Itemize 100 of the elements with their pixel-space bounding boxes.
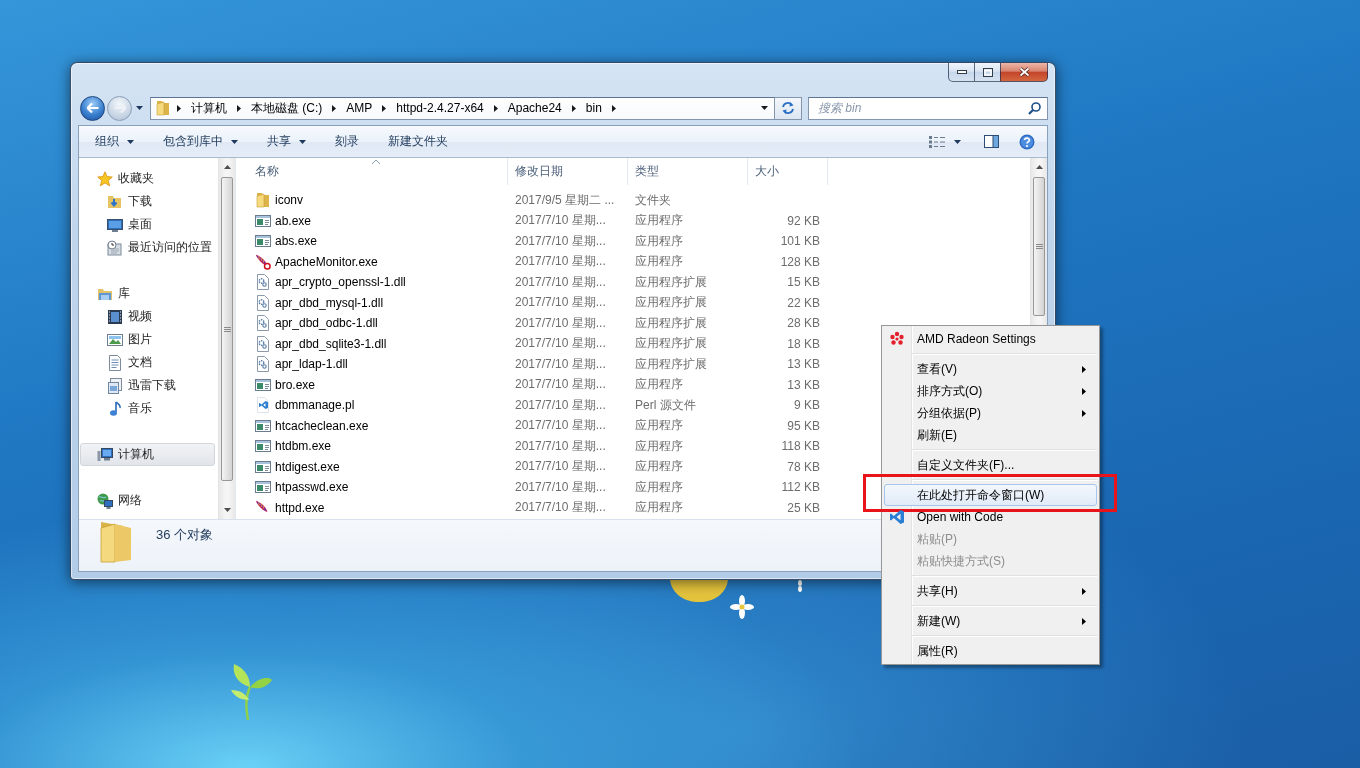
file-name[interactable]: dbmmanage.pl [275,398,355,413]
file-type: 应用程序 [634,376,684,394]
scroll-up-arrow-icon[interactable] [223,165,231,169]
sidebar-item[interactable]: 最近访问的位置 [80,236,215,259]
folder-icon [155,100,171,116]
picture-icon [107,331,123,348]
minimize-button[interactable] [948,63,974,82]
preview-pane-button[interactable] [984,135,999,148]
sidebar-item[interactable]: 迅雷下载 [80,374,215,397]
program-window-icon [255,479,271,496]
menu-item[interactable]: Open with Code [884,506,1097,528]
modified-date: 2017/7/10 星期... [514,253,607,271]
music-note-icon [107,400,123,417]
sidebar-item[interactable]: 视频 [80,305,215,328]
file-name[interactable]: apr_dbd_odbc-1.dll [275,316,378,331]
file-name[interactable]: ab.exe [275,213,312,228]
modified-date: 2017/7/10 星期... [514,458,607,476]
breadcrumb-item[interactable]: bin [581,101,606,115]
file-name[interactable]: bro.exe [275,377,316,392]
back-arrow-icon [86,103,99,113]
help-button[interactable] [1019,133,1035,150]
menu-item[interactable]: 在此处打开命令窗口(W) [884,484,1097,506]
toolbar-button[interactable]: 共享 [255,126,318,157]
file-name[interactable]: iconv [275,193,303,208]
file-type: 应用程序扩展 [634,335,708,353]
modified-date: 2017/7/10 星期... [514,212,607,230]
menu-item[interactable]: 刷新(E) [884,424,1097,446]
caret-icon [954,139,961,144]
sidebar-item[interactable]: 网络 [80,489,215,512]
file-name[interactable]: ApacheMonitor.exe [275,254,378,269]
column-header[interactable]: 大小 [748,158,828,185]
breadcrumb-item[interactable]: 本地磁盘 (C:) [247,99,327,117]
file-name[interactable]: httpd.exe [275,500,325,515]
maximize-icon [982,67,993,77]
menu-item[interactable]: 查看(V) [884,358,1097,380]
chevron-icon [611,104,616,112]
scroll-down-arrow-icon[interactable] [223,508,231,512]
file-name[interactable]: apr_dbd_sqlite3-1.dll [275,336,387,351]
scroll-up-arrow-icon[interactable] [1035,165,1043,169]
recent-pages-caret-icon[interactable] [136,106,143,110]
file-size: 118 KB [780,439,821,454]
program-window-icon [255,233,271,250]
close-button[interactable] [1000,63,1048,82]
gear-document-icon [255,315,271,332]
modified-date: 2017/7/10 星期... [514,314,607,332]
menu-item[interactable]: 新建(W) [884,610,1097,632]
sidebar-item[interactable]: 音乐 [80,397,215,420]
breadcrumb-item[interactable]: 计算机 [187,99,231,117]
file-name[interactable]: apr_dbd_mysql-1.dll [275,295,384,310]
column-header[interactable]: 修改日期 [508,158,628,185]
dropdown-caret-icon[interactable] [761,106,768,110]
sidebar-item[interactable]: 图片 [80,328,215,351]
breadcrumb-item[interactable]: httpd-2.4.27-x64 [392,101,488,115]
menu-item[interactable]: 属性(R) [884,640,1097,662]
view-options-button[interactable] [929,135,961,148]
sidebar-item[interactable]: 计算机 [80,443,215,466]
file-size: 78 KB [786,459,821,474]
back-button[interactable] [80,95,105,121]
refresh-button[interactable] [775,96,802,120]
search-icon[interactable] [1028,101,1041,115]
address-field[interactable]: 计算机 本地磁盘 (C:) AMP httpd-2.4.27-x64 Apache24 bin [150,96,775,120]
breadcrumb-item[interactable]: Apache24 [503,101,566,115]
modified-date: 2017/7/10 星期... [514,376,607,394]
scrollbar-thumb[interactable] [1033,177,1045,316]
file-name[interactable]: htcacheclean.exe [275,418,369,433]
file-type: 应用程序扩展 [634,355,708,373]
column-header[interactable]: 类型 [628,158,748,185]
sidebar-item[interactable]: 收藏夹 [80,167,215,190]
sidebar-item[interactable]: 文档 [80,351,215,374]
file-name[interactable]: htdbm.exe [275,439,332,454]
dots-cluster-icon [889,331,905,347]
search-field[interactable]: 搜索 bin [808,96,1048,120]
file-name[interactable]: htdigest.exe [275,459,340,474]
toolbar-button[interactable]: 包含到库中 [151,126,250,157]
file-name[interactable]: apr_crypto_openssl-1.dll [275,275,406,290]
toolbar-button[interactable]: 新建文件夹 [376,126,460,157]
file-type: 应用程序 [634,417,684,435]
menu-item[interactable]: 自定义文件夹(F)... [884,454,1097,476]
modified-date: 2017/7/10 星期... [514,335,607,353]
column-header[interactable]: 名称 [236,158,508,185]
file-size: 95 KB [786,418,821,433]
menu-item[interactable]: 分组依据(P) [884,402,1097,424]
file-name[interactable]: abs.exe [275,234,318,249]
file-size: 13 KB [786,357,821,372]
menu-item[interactable]: 共享(H) [884,580,1097,602]
scrollbar-thumb[interactable] [221,177,233,481]
menu-item[interactable]: AMD Radeon Settings [884,328,1097,350]
toolbar-button[interactable]: 组织 [83,126,146,157]
sidebar-item[interactable]: 库 [80,282,215,305]
sidebar-item[interactable]: 下载 [80,190,215,213]
file-size: 128 KB [779,254,821,269]
file-name[interactable]: apr_ldap-1.dll [275,357,348,372]
sidebar-item[interactable]: 桌面 [80,213,215,236]
scrollbar[interactable] [218,158,235,519]
modified-date: 2017/7/10 星期... [514,273,607,291]
maximize-button[interactable] [974,63,1000,82]
menu-item[interactable]: 排序方式(O) [884,380,1097,402]
file-name[interactable]: htpasswd.exe [275,480,349,495]
toolbar-button[interactable]: 刻录 [323,126,371,157]
breadcrumb-item[interactable]: AMP [342,101,377,115]
